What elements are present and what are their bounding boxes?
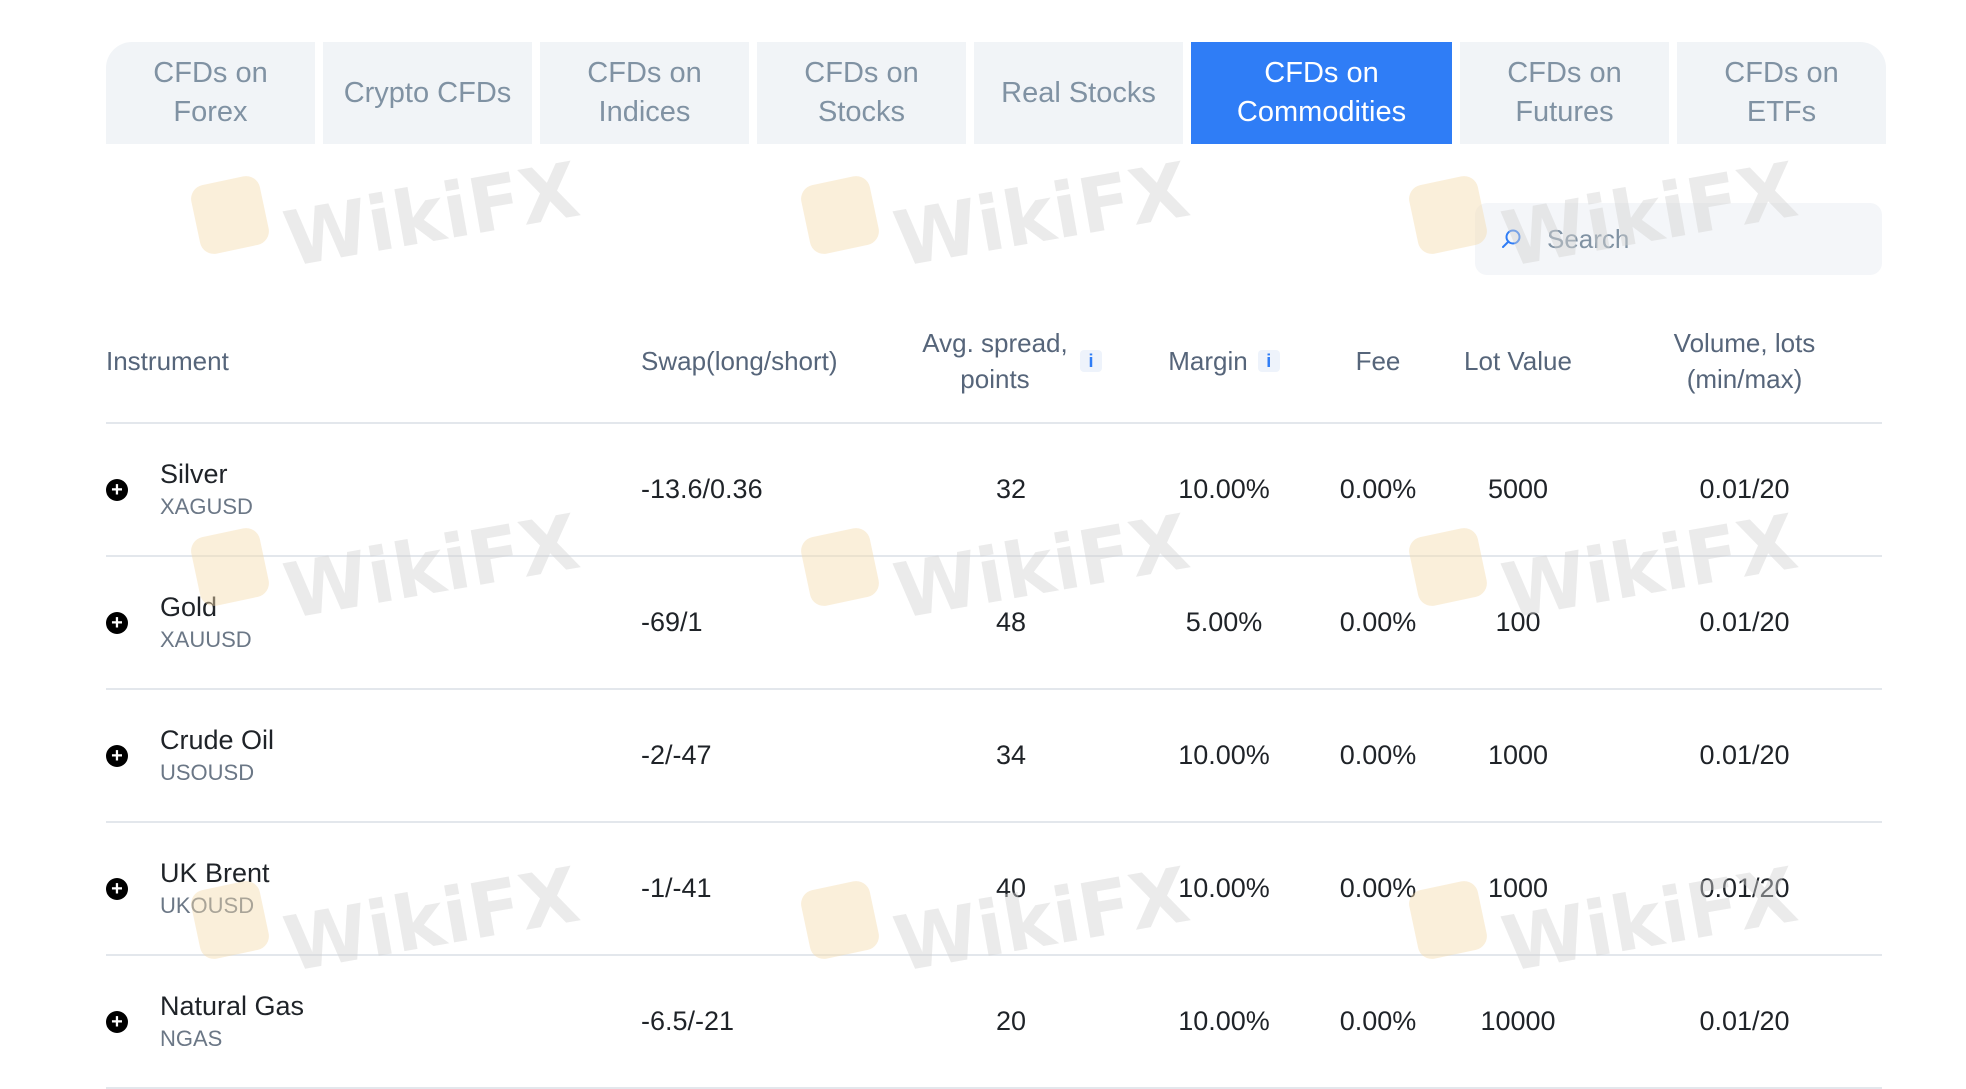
swap-cell: -69/1 — [641, 607, 703, 637]
header-fee: Fee — [1355, 346, 1401, 376]
header-spread: Avg. spread, points i — [901, 300, 1121, 422]
swap-cell: -13.6/0.36 — [641, 474, 763, 504]
instrument-code: USOUSD — [160, 759, 255, 785]
margin-info-icon[interactable]: i — [1257, 350, 1280, 372]
margin-cell: 10.00% — [1178, 474, 1270, 504]
watermark-logo-icon — [188, 172, 272, 257]
watermark: WikiFX — [798, 145, 1195, 284]
swap-cell: -2/-47 — [641, 740, 712, 770]
search-box — [1475, 203, 1882, 275]
instrument-name: Crude Oil — [160, 724, 275, 755]
header-volume: Volume, lots (min/max) — [1607, 300, 1882, 422]
spread-cell: 32 — [995, 474, 1027, 504]
tab-cfds-on-commodities[interactable]: CFDs on Commodities — [1191, 42, 1452, 144]
instrument-code: XAGUSD — [160, 493, 253, 519]
tab-cfds-on-stocks[interactable]: CFDs on Stocks — [757, 42, 966, 144]
table-row: + Gold XAUUSD -69/1 48 5.00% 0.00% 100 0.… — [106, 557, 1882, 690]
fee-cell: 0.00% — [1339, 740, 1417, 770]
instrument-code: XAUUSD — [160, 626, 252, 652]
lot-value-cell: 1000 — [1487, 873, 1549, 903]
header-swap: Swap(long/short) — [641, 346, 838, 376]
table-row: + Natural Gas NGAS -6.5/-21 20 10.00% 0.0… — [106, 956, 1882, 1089]
swap-cell: -6.5/-21 — [641, 1006, 735, 1036]
fee-cell: 0.00% — [1339, 474, 1417, 504]
spread-info-icon[interactable]: i — [1080, 350, 1102, 372]
instrument-code: UKOUSD — [160, 892, 255, 918]
volume-cell: 0.01/20 — [1699, 740, 1790, 770]
expand-row-icon[interactable]: + — [106, 877, 128, 900]
volume-cell: 0.01/20 — [1699, 873, 1790, 903]
spread-cell: 48 — [995, 607, 1027, 637]
table-row: + Crude Oil USOUSD -2/-47 34 10.00% 0.00%… — [106, 690, 1882, 823]
tab-crypto-cfds[interactable]: Crypto CFDs — [323, 42, 532, 144]
table-row: + Silver XAGUSD -13.6/0.36 32 10.00% 0.00… — [106, 424, 1882, 557]
table-row: + UK Brent UKOUSD -1/-41 40 10.00% 0.00% … — [106, 823, 1882, 956]
instrument-cell: + Silver XAGUSD — [106, 424, 606, 555]
tab-cfds-on-etfs[interactable]: CFDs on ETFs — [1677, 42, 1886, 144]
fee-cell: 0.00% — [1339, 607, 1417, 637]
watermark: WikiFX — [188, 145, 585, 284]
lot-value-cell: 5000 — [1487, 474, 1549, 504]
fee-cell: 0.00% — [1339, 1006, 1417, 1036]
expand-row-icon[interactable]: + — [106, 478, 128, 501]
search-icon[interactable] — [1499, 227, 1523, 251]
instrument-name: Silver — [160, 458, 228, 489]
volume-cell: 0.01/20 — [1699, 607, 1790, 637]
lot-value-cell: 1000 — [1487, 740, 1549, 770]
margin-cell: 10.00% — [1178, 873, 1270, 903]
header-spread-label: Avg. spread, points — [922, 328, 1068, 394]
spread-cell: 40 — [995, 873, 1027, 903]
instrument-cell: + Gold XAUUSD — [106, 557, 606, 688]
header-volume-label: Volume, lots (min/max) — [1673, 328, 1816, 394]
search-input[interactable] — [1545, 222, 1869, 256]
expand-row-icon[interactable]: + — [106, 1010, 128, 1033]
watermark-text: WikiFX — [277, 144, 586, 285]
instrument-name: Natural Gas — [160, 990, 305, 1021]
instrument-code: NGAS — [160, 1025, 223, 1051]
margin-cell: 10.00% — [1178, 740, 1270, 770]
watermark-text: WikiFX — [887, 144, 1196, 285]
volume-cell: 0.01/20 — [1699, 474, 1790, 504]
spread-cell: 34 — [995, 740, 1027, 770]
fee-cell: 0.00% — [1339, 873, 1417, 903]
lot-value-cell: 100 — [1495, 607, 1541, 637]
instrument-name: Gold — [160, 591, 218, 622]
expand-row-icon[interactable]: + — [106, 611, 128, 634]
tab-cfds-on-futures[interactable]: CFDs on Futures — [1460, 42, 1669, 144]
instrument-cell: + Crude Oil USOUSD — [106, 690, 606, 821]
category-tabs: CFDs on Forex Crypto CFDs CFDs on Indice… — [106, 42, 1886, 144]
header-margin: Margin i — [1121, 300, 1327, 422]
spread-cell: 20 — [995, 1006, 1027, 1036]
tab-cfds-on-indices[interactable]: CFDs on Indices — [540, 42, 749, 144]
volume-cell: 0.01/20 — [1699, 1006, 1790, 1036]
header-lot-value: Lot Value — [1464, 346, 1572, 376]
table-header: Instrument Swap(long/short) Avg. spread,… — [106, 300, 1882, 424]
header-margin-label: Margin — [1168, 346, 1248, 376]
tab-real-stocks[interactable]: Real Stocks — [974, 42, 1183, 144]
swap-cell: -1/-41 — [641, 873, 712, 903]
margin-cell: 10.00% — [1178, 1006, 1270, 1036]
instruments-table: Instrument Swap(long/short) Avg. spread,… — [106, 300, 1882, 1089]
instrument-name: UK Brent — [160, 857, 270, 888]
instrument-cell: + UK Brent UKOUSD — [106, 823, 606, 954]
instrument-cell: + Natural Gas NGAS — [106, 956, 606, 1087]
watermark-logo-icon — [798, 172, 882, 257]
tab-cfds-on-forex[interactable]: CFDs on Forex — [106, 42, 315, 144]
expand-row-icon[interactable]: + — [106, 744, 128, 767]
header-instrument: Instrument — [106, 346, 229, 376]
lot-value-cell: 10000 — [1480, 1006, 1556, 1036]
margin-cell: 5.00% — [1185, 607, 1263, 637]
